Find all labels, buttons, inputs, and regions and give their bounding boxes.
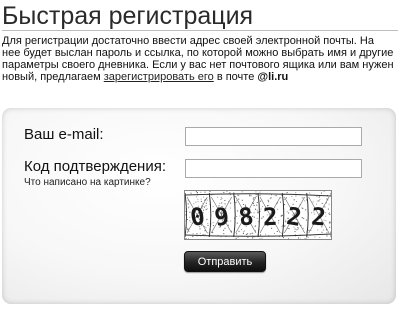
intro-paragraph: Для регистрации достаточно ввести адрес … [2, 35, 394, 83]
title-divider [2, 30, 398, 31]
captcha-graphic: 098222 [185, 191, 331, 239]
confirmation-code-label: Код подтверждения: [24, 158, 166, 175]
captcha-character: 9 [213, 202, 231, 232]
page-title: Быстрая регистрация [2, 2, 254, 30]
email-label: Ваш e-mail: [24, 126, 104, 143]
intro-text-after-link: в почте [213, 71, 258, 83]
captcha-hint: Что написано на картинке? [24, 177, 151, 188]
submit-button[interactable]: Отправить [184, 251, 266, 272]
captcha-image: 098222 [184, 190, 332, 240]
captcha-character: 2 [263, 203, 278, 231]
captcha-character: 2 [285, 202, 304, 232]
confirmation-code-field[interactable] [185, 159, 362, 178]
email-field[interactable] [185, 127, 362, 146]
captcha-character: 8 [237, 202, 256, 232]
register-mail-link[interactable]: зарегистрировать его [104, 71, 214, 83]
mail-domain: @li.ru [257, 71, 289, 83]
captcha-character: 0 [188, 202, 207, 232]
captcha-character: 2 [310, 202, 327, 231]
